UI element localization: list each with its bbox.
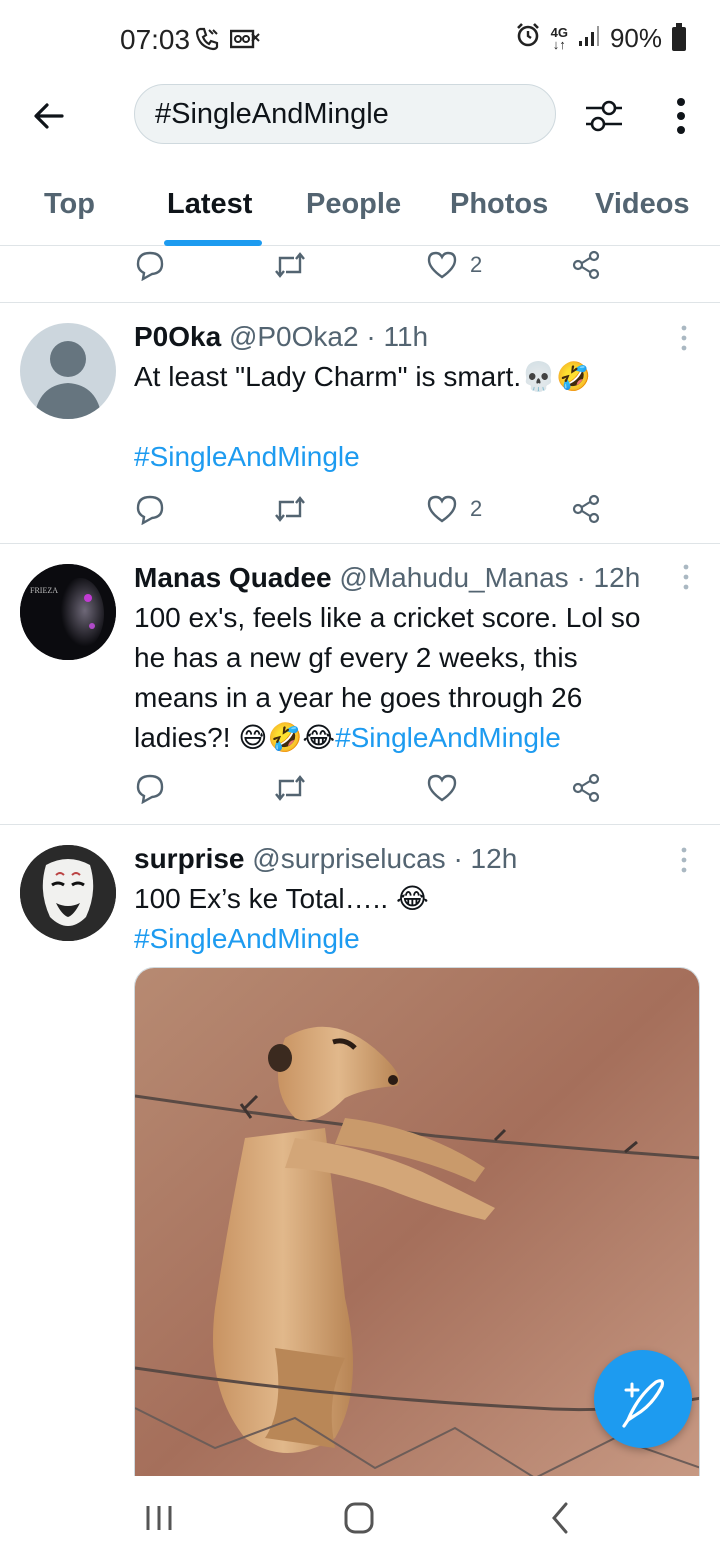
overflow-menu-button[interactable]	[664, 92, 698, 140]
user-handle: @surpriselucas	[252, 843, 446, 874]
tweet-header: P0Oka @P0Oka2 · 11h	[134, 321, 429, 352]
status-bar: 07:03 4G ↓↑ 90%	[0, 0, 720, 80]
hashtag-link[interactable]: #SingleAndMingle	[335, 722, 561, 753]
like-button[interactable]	[426, 772, 458, 804]
avatar[interactable]: FRIEZA	[20, 564, 116, 660]
display-name[interactable]: surprise	[134, 843, 245, 874]
tweet-header: Manas Quadee @Mahudu_Manas · 12h	[134, 562, 641, 593]
chevron-left-icon	[552, 1502, 568, 1534]
share-icon	[572, 494, 600, 524]
tweet-menu-icon[interactable]	[678, 323, 690, 353]
tab-photos[interactable]: Photos	[450, 188, 548, 221]
tweet-card[interactable]: P0Oka @P0Oka2 · 11h At least "Lady Charm…	[0, 303, 720, 543]
reply-button[interactable]	[134, 772, 166, 804]
tab-videos[interactable]: Videos	[595, 188, 690, 221]
back-button[interactable]	[28, 94, 72, 138]
retweet-button[interactable]	[272, 493, 308, 525]
share-icon	[572, 773, 600, 803]
avatar-image	[20, 564, 116, 660]
retweet-icon	[275, 252, 305, 278]
hashtag-link[interactable]: #SingleAndMingle	[134, 437, 694, 477]
tab-people[interactable]: People	[306, 188, 401, 221]
retweet-button[interactable]	[272, 249, 308, 281]
share-button[interactable]	[570, 772, 602, 804]
reply-icon	[136, 251, 164, 281]
tweet-time: 11h	[383, 321, 429, 352]
display-name[interactable]: Manas Quadee	[134, 562, 332, 593]
hashtag-link[interactable]: #SingleAndMingle	[134, 919, 694, 959]
recents-icon	[146, 1506, 172, 1530]
reply-button[interactable]	[134, 249, 166, 281]
retweet-button[interactable]	[272, 772, 308, 804]
retweet-icon	[275, 496, 305, 522]
alarm-icon	[515, 22, 541, 55]
reply-button[interactable]	[134, 493, 166, 525]
tweet-actions	[134, 772, 614, 812]
avatar-image	[20, 845, 116, 941]
more-vertical-icon	[677, 98, 685, 134]
like-button[interactable]: 2	[426, 493, 482, 525]
reply-icon	[136, 495, 164, 525]
tweet-menu-icon[interactable]	[680, 562, 692, 592]
share-button[interactable]	[570, 493, 602, 525]
reply-icon	[136, 774, 164, 804]
signal-icon	[578, 23, 600, 54]
search-filter-button[interactable]	[582, 94, 626, 138]
share-button[interactable]	[570, 249, 602, 281]
tweet-text: 100 Ex’s ke Total….. 😂 #SingleAndMingle	[134, 879, 694, 959]
search-input[interactable]: #SingleAndMingle	[134, 84, 556, 144]
partial-tweet-actions: 2	[134, 249, 614, 289]
battery-percent: 90%	[609, 23, 662, 53]
default-avatar-icon	[34, 341, 102, 419]
network-4g-icon: 4G ↓↑	[550, 24, 568, 52]
battery-icon	[672, 22, 686, 51]
tweet-text: At least "Lady Charm" is smart.💀🤣 #Singl…	[134, 357, 694, 477]
tweet-card[interactable]: FRIEZA Manas Quadee @Mahudu_Manas · 12h …	[0, 544, 720, 824]
avatar[interactable]	[20, 845, 116, 941]
tweet-feed[interactable]: 2 P0Oka @P0Oka2 · 11h At least "Lady Cha…	[0, 247, 720, 1476]
tweet-menu-icon[interactable]	[678, 845, 690, 875]
compose-feather-icon	[622, 1379, 664, 1428]
recent-apps-button[interactable]	[134, 1496, 184, 1540]
search-tabs: Top Latest People Photos Videos	[0, 172, 720, 246]
avatar[interactable]	[20, 323, 116, 419]
home-icon	[344, 1502, 374, 1534]
like-count: 2	[470, 496, 483, 521]
arrow-left-icon	[34, 103, 64, 129]
tweet-actions: 2	[134, 493, 614, 533]
tweet-header: surprise @surpriselucas · 12h	[134, 843, 518, 874]
retweet-icon	[275, 775, 305, 801]
user-handle: @P0Oka2	[228, 321, 359, 352]
heart-icon	[427, 495, 457, 523]
search-header: #SingleAndMingle	[0, 80, 720, 170]
share-icon	[572, 250, 600, 280]
sliders-icon	[586, 100, 622, 132]
tweet-text: 100 ex's, feels like a cricket score. Lo…	[134, 602, 641, 753]
voicemail-icon	[229, 28, 260, 55]
like-button[interactable]: 2	[426, 249, 482, 281]
nav-back-button[interactable]	[536, 1496, 586, 1540]
tab-latest[interactable]: Latest	[167, 188, 252, 221]
status-time: 07:03	[120, 24, 191, 55]
active-tab-indicator	[164, 240, 262, 246]
like-count: 2	[470, 252, 483, 277]
heart-icon	[427, 251, 457, 279]
wifi-calling-icon	[194, 26, 220, 57]
user-handle: @Mahudu_Manas	[339, 562, 569, 593]
compose-tweet-button[interactable]	[594, 1350, 692, 1448]
tab-top[interactable]: Top	[44, 188, 95, 221]
display-name[interactable]: P0Oka	[134, 321, 221, 352]
tweet-time: 12h	[593, 562, 641, 593]
home-button[interactable]	[334, 1496, 384, 1540]
tweet-time: 12h	[470, 843, 518, 874]
android-nav-bar	[0, 1476, 720, 1560]
avatar-text: FRIEZA	[30, 586, 58, 595]
heart-icon	[427, 774, 457, 802]
